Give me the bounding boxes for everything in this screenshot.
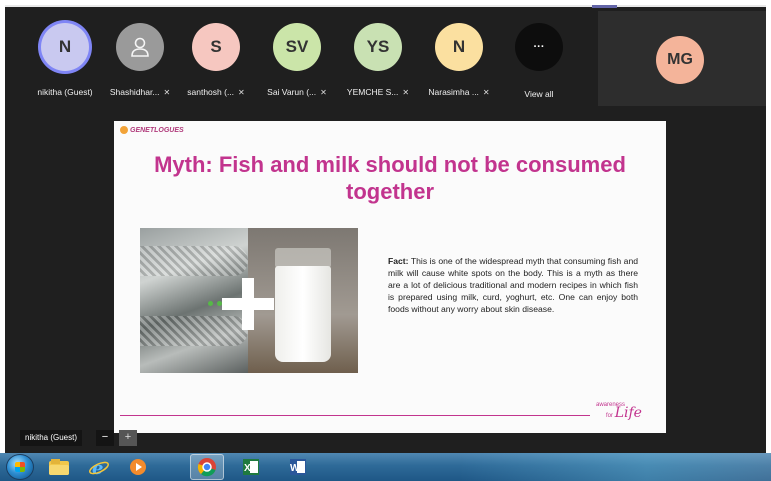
mic-muted-icon: ✕ [163, 88, 171, 97]
participant-tile[interactable]: S santhosh (... ✕ [176, 17, 256, 102]
green-dot [217, 301, 222, 306]
participant-avatar: N [435, 23, 483, 71]
participant-tile[interactable]: YS YEMCHE S... ✕ [338, 17, 418, 102]
participant-name: Narasimha ... [428, 87, 479, 97]
internet-explorer-icon[interactable]: e [84, 456, 114, 478]
fact-paragraph: Fact: This is one of the widespread myth… [388, 255, 638, 315]
mic-muted-icon: ✕ [402, 88, 410, 97]
participant-avatar: N [41, 23, 89, 71]
excel-icon[interactable]: X [236, 456, 266, 478]
participant-avatar: SV [273, 23, 321, 71]
green-dot [208, 301, 213, 306]
file-explorer-icon[interactable] [44, 456, 74, 478]
participant-name: santhosh (... [187, 87, 235, 97]
avatar-initials: S [210, 37, 222, 56]
slide-title: Myth: Fish and milk should not be consum… [154, 152, 626, 204]
participant-tile[interactable]: SV Sai Varun (... ✕ [257, 17, 337, 102]
avatar-initials: YS [366, 37, 390, 56]
window-top-border [5, 5, 766, 7]
participant-name-row: Narasimha ... ✕ [419, 87, 499, 97]
mic-muted-icon: ✕ [320, 88, 327, 97]
fish-body [140, 316, 248, 346]
avatar-initials: MG [667, 51, 693, 68]
view-all-button[interactable]: ··· View all [499, 17, 579, 102]
spotlight-avatar: MG [656, 36, 704, 84]
participant-name-row: santhosh (... ✕ [176, 87, 256, 97]
fish-and-milk-image [140, 228, 358, 373]
avatar-initials: N [58, 37, 72, 56]
brand-logo: GENETLOGUES [120, 126, 184, 134]
avatar-initials: N [452, 37, 466, 56]
taskbar-glow [460, 453, 771, 481]
footer-logo-line2: for [606, 413, 614, 419]
participant-tile[interactable]: Shashidhar... ✕ [100, 17, 180, 102]
view-all-label-row: View all [499, 89, 579, 99]
mic-muted-icon: ✕ [482, 88, 490, 97]
participant-name-row: Shashidhar... ✕ [100, 87, 180, 97]
participant-name-row: Sai Varun (... ✕ [257, 87, 337, 97]
windows-taskbar: e X W [0, 453, 771, 481]
more-icon: ··· [515, 23, 563, 71]
zoom-out-button[interactable]: − [96, 430, 114, 446]
glass-rim [275, 248, 331, 268]
self-view-name-label: nikitha (Guest) [20, 430, 83, 446]
mic-muted-icon: ✕ [238, 88, 245, 97]
more-dots: ··· [533, 41, 545, 53]
avatar-initials: SV [285, 37, 309, 56]
participant-name: Shashidhar... [109, 87, 160, 97]
view-all-label: View all [524, 89, 554, 99]
footer-logo-life: Life [614, 405, 642, 421]
zoom-in-button[interactable]: + [119, 430, 137, 446]
person-icon [131, 37, 149, 57]
footer-divider [120, 415, 590, 416]
participant-name-row: YEMCHE S... ✕ [338, 87, 418, 97]
brand-name: GENETLOGUES [130, 126, 184, 134]
svg-text:W: W [290, 463, 300, 474]
fish-body [140, 246, 248, 276]
svg-text:X: X [244, 463, 251, 474]
active-tab-indicator [592, 5, 617, 8]
windows-start-icon[interactable] [6, 454, 34, 480]
plus-sign-bar [222, 298, 274, 310]
windows-flag-icon [15, 462, 25, 472]
media-player-icon[interactable] [123, 456, 153, 478]
shared-presentation-slide: GENETLOGUES Myth: Fish and milk should n… [114, 121, 666, 433]
chrome-icon[interactable] [190, 454, 224, 480]
fact-text: This is one of the widespread myth that … [388, 256, 639, 314]
participant-avatar: YS [354, 23, 402, 71]
fact-label: Fact: [388, 256, 409, 266]
participant-name-row: nikitha (Guest) [25, 87, 105, 97]
participant-tile[interactable]: N Narasimha ... ✕ [419, 17, 499, 102]
participant-avatar: S [192, 23, 240, 71]
spotlight-participant-tile[interactable]: MG [598, 11, 766, 106]
participant-name: YEMCHE S... [346, 87, 399, 97]
participant-name: nikitha (Guest) [37, 87, 93, 97]
participant-tile[interactable]: N nikitha (Guest) [25, 17, 105, 102]
milk-glass [275, 266, 331, 362]
brand-logo-icon [120, 126, 128, 134]
word-icon[interactable]: W [283, 456, 313, 478]
participant-name: Sai Varun (... [267, 87, 317, 97]
participant-avatar [116, 23, 164, 71]
awareness-for-life-logo: awareness for Life [596, 401, 656, 420]
meeting-window: N nikitha (Guest) Shashidhar... ✕ S santh… [5, 5, 766, 453]
